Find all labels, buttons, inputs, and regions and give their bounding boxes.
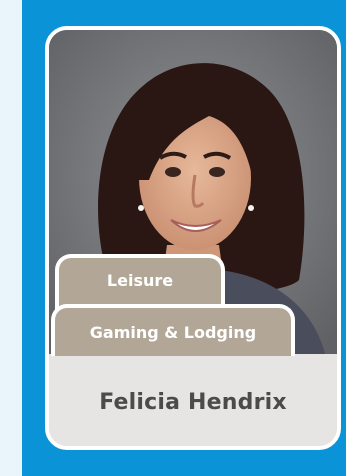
person-name: Felicia Hendrix: [99, 389, 287, 415]
tag-gaming-lodging[interactable]: Gaming & Lodging: [51, 304, 295, 356]
name-banner: Felicia Hendrix: [49, 354, 337, 446]
tag-gaming-lodging-label: Gaming & Lodging: [89, 322, 257, 342]
profile-card[interactable]: Leisure Gaming & Lodging Felicia Hendrix: [45, 26, 341, 450]
tag-leisure[interactable]: Leisure: [55, 254, 225, 310]
tag-leisure-label: Leisure: [106, 270, 174, 290]
